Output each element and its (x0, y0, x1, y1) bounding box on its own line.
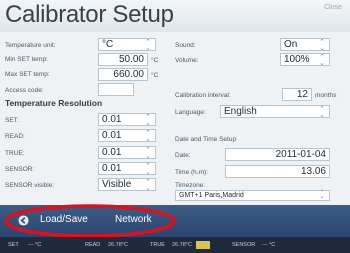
sensor-resolution-label: SENSOR: (5, 166, 35, 173)
temperature-unit-spinner-icon[interactable]: ⌃ ⌄ (144, 39, 152, 52)
language-spinner-icon[interactable]: ⌃ ⌄ (318, 106, 326, 119)
max-set-temp-input[interactable]: 660.00 (98, 68, 148, 81)
network-tab[interactable]: Network (115, 214, 152, 225)
access-code-input[interactable] (98, 83, 134, 96)
sensor-visible-label: SENSOR visible: (5, 182, 55, 189)
status-set-value: --- °C (28, 242, 42, 248)
calibrator-setup-screen: Calibrator Setup Close Temperature unit:… (0, 0, 350, 253)
timezone-label: Timezone: (175, 182, 206, 189)
volume-label: Volume: (175, 57, 199, 64)
timezone-select[interactable]: GMT+1 Paris,Madrid (175, 190, 330, 201)
language-label: Language: (175, 109, 206, 116)
true-resolution-spinner-icon[interactable]: ⌃ ⌄ (144, 147, 152, 160)
title-bar: Calibrator Setup Close (0, 0, 350, 32)
temperature-resolution-heading: Temperature Resolution (5, 98, 103, 108)
bottom-navigation-bar: Load/Save Network (0, 205, 350, 237)
status-true-value: 26.78°C (172, 242, 192, 248)
sound-spinner-icon[interactable]: ⌃ ⌄ (318, 39, 326, 52)
date-label: Date: (175, 152, 191, 159)
read-resolution-label: READ: (5, 133, 25, 140)
min-set-temp-unit: °C (151, 57, 159, 64)
volume-spinner-icon[interactable]: ⌃ ⌄ (318, 54, 326, 67)
close-button[interactable]: Close (324, 4, 342, 11)
load-save-tab[interactable]: Load/Save (40, 214, 88, 225)
max-set-temp-unit: °C (151, 72, 159, 79)
sensor-resolution-spinner-icon[interactable]: ⌃ ⌄ (144, 163, 152, 176)
sound-label: Sound: (175, 42, 196, 49)
status-read-value: 26.78°C (108, 242, 128, 248)
status-set-label: SET (8, 242, 19, 248)
set-resolution-label: SET: (5, 117, 19, 124)
calibration-interval-input[interactable]: 12 (282, 88, 312, 101)
settings-panel: Temperature unit: °C ⌃ ⌄ Min SET temp: 50… (0, 32, 350, 205)
access-code-label: Access code: (5, 87, 44, 94)
read-resolution-spinner-icon[interactable]: ⌃ ⌄ (144, 130, 152, 143)
time-input[interactable]: 13.06 (225, 165, 330, 178)
back-arrow-icon[interactable] (18, 215, 29, 226)
status-true-indicator (196, 241, 210, 249)
language-select[interactable]: English (220, 105, 330, 118)
sensor-visible-spinner-icon[interactable]: ⌃ ⌄ (144, 179, 152, 192)
min-set-temp-label: Min SET temp: (5, 56, 48, 63)
max-set-temp-label: Max SET temp: (5, 71, 50, 78)
temperature-unit-label: Temperature unit: (5, 42, 56, 49)
date-time-heading: Date and Time Setup (175, 136, 237, 143)
page-title: Calibrator Setup (5, 1, 174, 28)
status-bar: SET --- °C READ 26.78°C TRUE 26.78°C SEN… (0, 237, 350, 253)
status-read-label: READ (85, 242, 101, 248)
date-input[interactable]: 2011-01-04 (225, 148, 330, 161)
status-sensor-value: --- °C (262, 242, 276, 248)
min-set-temp-input[interactable]: 50.00 (98, 53, 148, 66)
set-resolution-spinner-icon[interactable]: ⌃ ⌄ (144, 114, 152, 127)
status-sensor-label: SENSOR (232, 242, 256, 248)
time-label: Time (h.m): (175, 169, 208, 176)
timezone-spinner-icon[interactable]: ⌃ ⌄ (318, 190, 326, 200)
calibration-interval-unit: months (315, 92, 337, 99)
calibration-interval-label: Calibration interval: (175, 92, 231, 99)
status-true-label: TRUE (150, 242, 165, 248)
true-resolution-label: TRUE: (5, 150, 25, 157)
